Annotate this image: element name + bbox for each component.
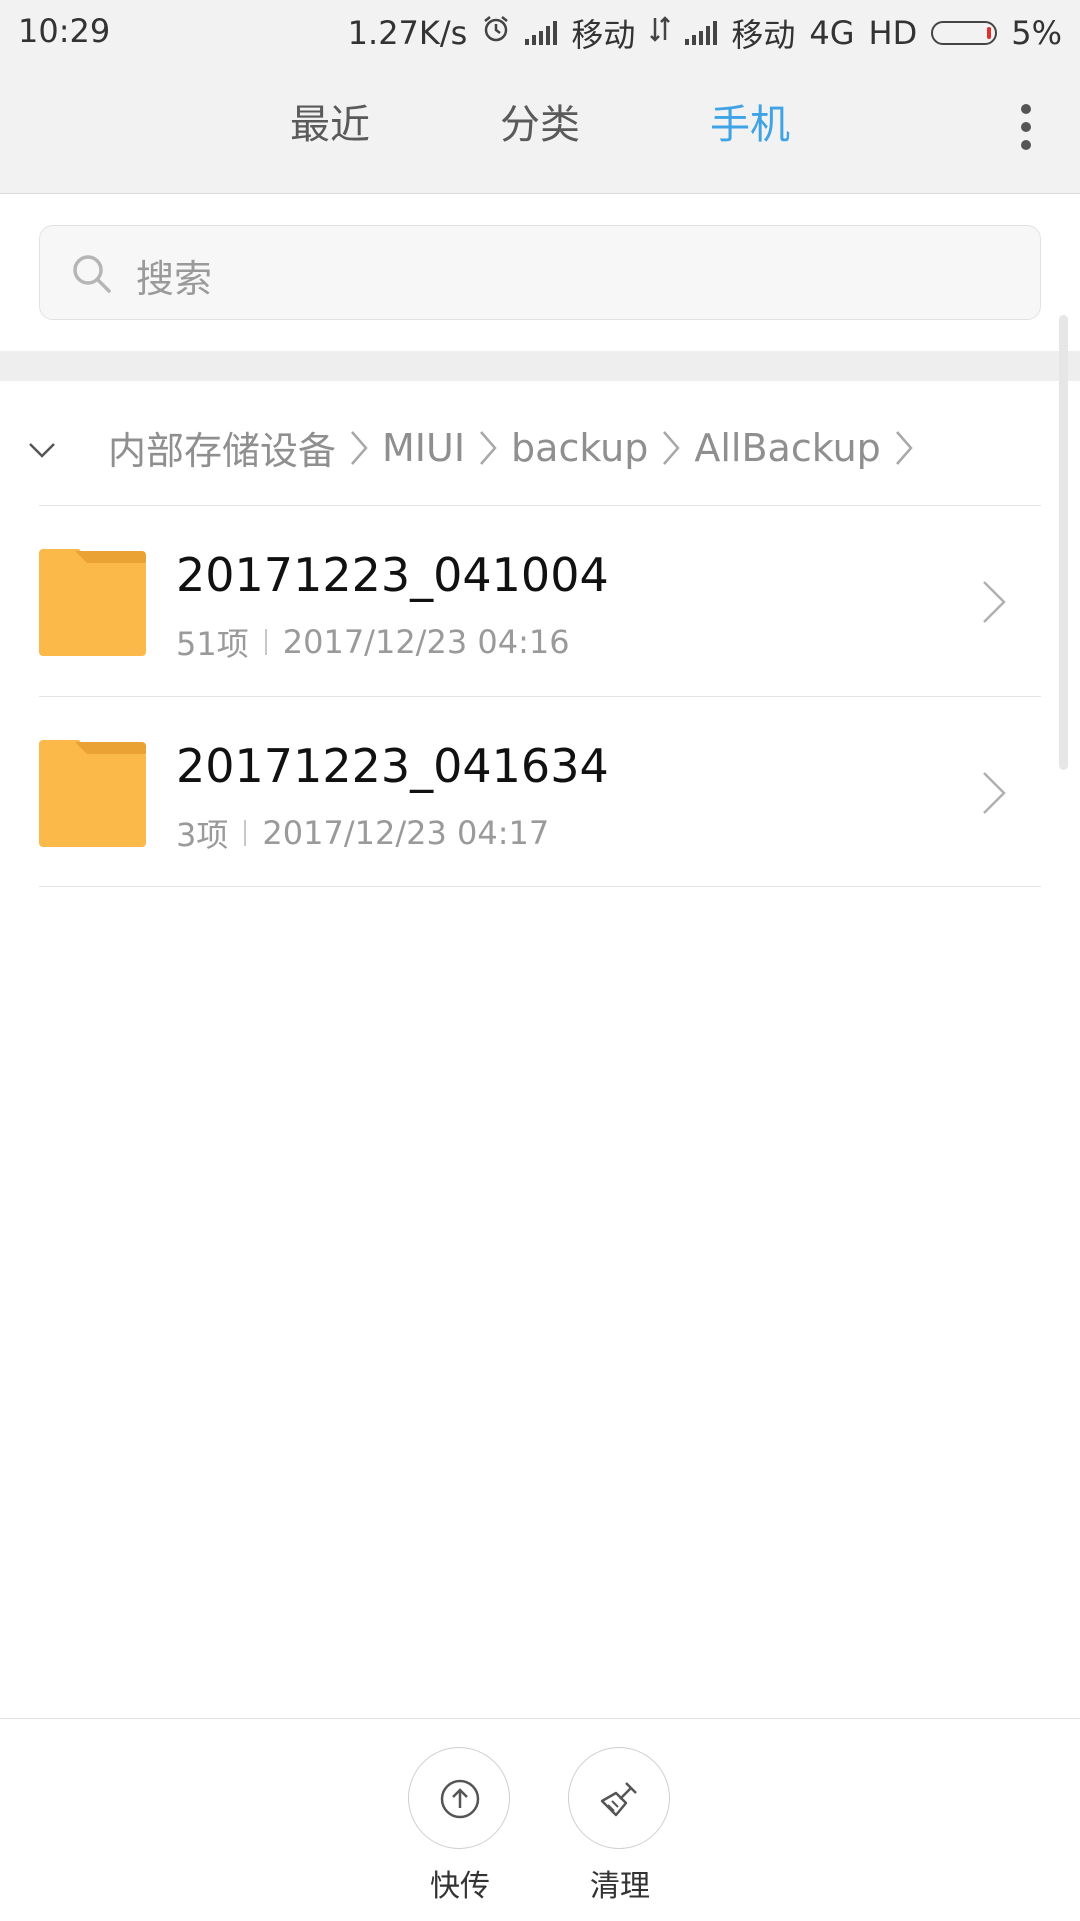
modified-date: 2017/12/23 04:17 (262, 814, 550, 852)
clean-circle[interactable] (568, 1747, 670, 1849)
more-menu-icon[interactable] (1020, 104, 1032, 150)
breadcrumb-path: 内部存储设备 MIUI backup AllBackup (108, 420, 927, 475)
search-icon (73, 255, 111, 293)
breadcrumb-item-miui[interactable]: MIUI (382, 426, 465, 470)
tab-category[interactable]: 分类 (500, 92, 580, 150)
meta-separator (244, 820, 247, 846)
file-meta: 51项 2017/12/23 04:16 (176, 619, 570, 665)
breadcrumb-item-storage[interactable]: 内部存储设备 (108, 420, 336, 475)
status-bar: 10:29 1.27K/s 移动 移动 4G HD 5% (0, 0, 1080, 62)
upload-icon (440, 1779, 480, 1819)
search-input[interactable]: 搜索 (39, 225, 1041, 320)
signal-icon-2 (685, 21, 718, 45)
folder-icon (39, 549, 146, 656)
file-row[interactable]: 20171223_041004 51项 2017/12/23 04:16 (0, 506, 1080, 696)
search-placeholder: 搜索 (136, 257, 213, 301)
bottom-action-bar: 快传 清理 (0, 1718, 1080, 1921)
quick-transfer-label: 快传 (430, 1869, 490, 1904)
meta-separator (264, 629, 267, 655)
broom-icon (600, 1782, 637, 1817)
data-transfer-icon (649, 14, 671, 52)
alarm-icon (481, 14, 511, 52)
chevron-right-icon (480, 430, 497, 465)
breadcrumb-item-allbackup[interactable]: AllBackup (694, 426, 880, 470)
quick-transfer-button[interactable]: 快传 (408, 1747, 512, 1905)
battery-percent: 5% (1011, 14, 1062, 52)
battery-icon (931, 21, 998, 45)
signal-icon (525, 21, 558, 45)
clean-button[interactable]: 清理 (568, 1747, 672, 1905)
item-count: 3项 (176, 816, 229, 854)
network-type: 4G (809, 14, 855, 52)
chevron-right-icon (983, 581, 1006, 623)
status-icons: 1.27K/s 移动 移动 4G HD 5% (348, 10, 1062, 56)
clean-label: 清理 (590, 1869, 650, 1904)
carrier-1: 移动 (571, 16, 636, 54)
section-divider (0, 351, 1080, 381)
carrier-2: 移动 (731, 16, 796, 54)
status-time: 10:29 (18, 12, 111, 50)
folder-icon (39, 740, 146, 847)
chevron-right-icon (983, 772, 1006, 814)
quick-transfer-circle[interactable] (408, 1747, 510, 1849)
network-speed: 1.27K/s (347, 14, 468, 52)
hd-indicator: HD (868, 14, 918, 52)
file-meta: 3项 2017/12/23 04:17 (176, 810, 549, 856)
modified-date: 2017/12/23 04:16 (282, 623, 570, 661)
file-name: 20171223_041634 (176, 739, 609, 793)
breadcrumb-item-backup[interactable]: backup (511, 426, 648, 470)
file-name: 20171223_041004 (176, 548, 609, 602)
tab-bar: 最近 分类 手机 (0, 92, 1080, 162)
chevron-right-icon (351, 430, 368, 465)
tab-phone[interactable]: 手机 (710, 92, 790, 150)
app-header: 10:29 1.27K/s 移动 移动 4G HD 5% 最近 分类 手机 (0, 0, 1080, 194)
tab-recent[interactable]: 最近 (290, 92, 370, 150)
chevron-down-icon[interactable] (26, 434, 58, 466)
file-row[interactable]: 20171223_041634 3项 2017/12/23 04:17 (0, 697, 1080, 887)
chevron-right-icon (663, 430, 681, 465)
chevron-right-icon (895, 430, 913, 465)
divider (39, 886, 1041, 887)
item-count: 51项 (176, 625, 249, 663)
breadcrumb: 内部存储设备 MIUI backup AllBackup (0, 410, 1050, 490)
